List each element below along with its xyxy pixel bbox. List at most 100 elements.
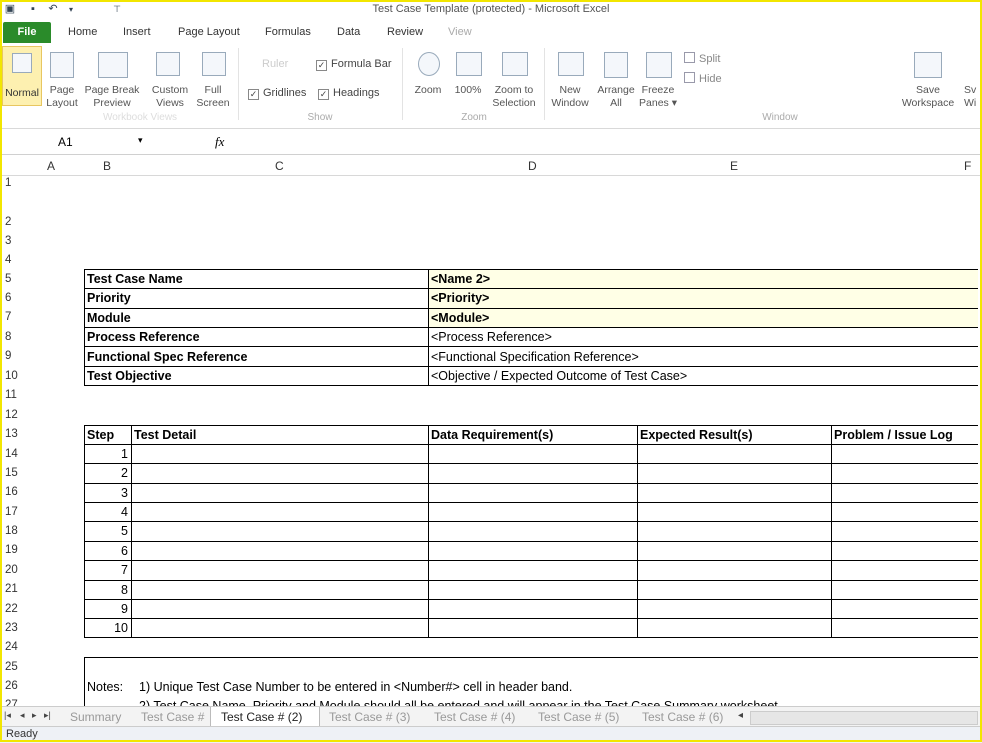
step-number[interactable]: 3 <box>86 486 128 500</box>
tab-data[interactable]: Data <box>337 26 360 38</box>
tab-split-icon[interactable]: ◂ <box>738 710 743 721</box>
functional-spec-label[interactable]: Functional Spec Reference <box>87 350 247 364</box>
ruler-checkbox[interactable]: Ruler <box>262 58 288 70</box>
test-case-name-label[interactable]: Test Case Name <box>87 272 183 286</box>
priority-value[interactable]: <Priority> <box>431 291 489 305</box>
module-label[interactable]: Module <box>87 311 131 325</box>
issue-log-column-header[interactable]: Problem / Issue Log <box>834 428 953 442</box>
row-header[interactable]: 19 <box>0 544 29 556</box>
tab-review[interactable]: Review <box>387 26 423 38</box>
row-header[interactable]: 11 <box>0 389 29 401</box>
row-header[interactable]: 14 <box>0 448 29 460</box>
next-sheet-icon[interactable]: ▸ <box>32 710 37 721</box>
row-header[interactable]: 2 <box>0 216 29 228</box>
column-header-e[interactable]: E <box>730 159 738 173</box>
formula-input[interactable] <box>240 133 976 150</box>
notes-label[interactable]: Notes: <box>87 680 123 694</box>
functional-spec-value[interactable]: <Functional Specification Reference> <box>431 350 639 364</box>
row-header[interactable]: 10 <box>0 370 29 382</box>
sheet-tab-test-case-6[interactable]: Test Case # (6) <box>642 710 728 724</box>
test-case-name-value[interactable]: <Name 2> <box>431 272 490 286</box>
test-detail-column-header[interactable]: Test Detail <box>134 428 196 442</box>
process-reference-label[interactable]: Process Reference <box>87 330 200 344</box>
row-header[interactable]: 7 <box>0 311 29 323</box>
step-number[interactable]: 5 <box>86 524 128 538</box>
module-value[interactable]: <Module> <box>431 311 489 325</box>
prev-sheet-icon[interactable]: ◂ <box>20 710 25 721</box>
row-header[interactable]: 15 <box>0 467 29 479</box>
row-header[interactable]: 8 <box>0 331 29 343</box>
tab-home[interactable]: Home <box>68 26 97 38</box>
formula-bar-checkbox[interactable]: ✓ Formula Bar <box>316 58 392 71</box>
step-number[interactable]: 9 <box>86 602 128 616</box>
step-column-header[interactable]: Step <box>87 428 114 442</box>
row-header[interactable]: 18 <box>0 525 29 537</box>
row-header[interactable]: 25 <box>0 661 29 673</box>
sheet-tab-test-case-4[interactable]: Test Case # (4) <box>434 710 515 724</box>
gridlines-checkbox[interactable]: ✓ Gridlines <box>248 87 306 100</box>
first-sheet-icon[interactable]: |◂ <box>4 710 11 721</box>
priority-label[interactable]: Priority <box>87 291 131 305</box>
column-header-f[interactable]: F <box>964 159 971 173</box>
row-header[interactable]: 3 <box>0 235 29 247</box>
row-header[interactable]: 21 <box>0 583 29 595</box>
row-header[interactable]: 5 <box>0 273 29 285</box>
sheet-tab-test-case-5[interactable]: Test Case # (5) <box>538 710 619 724</box>
row-header[interactable]: 24 <box>0 641 29 653</box>
row-header[interactable]: 17 <box>0 506 29 518</box>
name-box-dropdown-icon[interactable]: ▾ <box>138 135 143 146</box>
headings-checkbox[interactable]: ✓ Headings <box>318 87 379 100</box>
page-layout-label-2: Layout <box>46 97 78 109</box>
step-number[interactable]: 6 <box>86 544 128 558</box>
row-header[interactable]: 1 <box>0 177 29 189</box>
row-header[interactable]: 9 <box>0 350 29 362</box>
step-number[interactable]: 1 <box>86 447 128 461</box>
title-bar: ▣ ▪ ↶ ▾ ⊤ Test Case Template (protected)… <box>0 0 982 21</box>
row-header[interactable]: 16 <box>0 486 29 498</box>
tab-formulas[interactable]: Formulas <box>265 26 311 38</box>
step-number[interactable]: 2 <box>86 466 128 480</box>
save-workspace-icon <box>914 52 942 78</box>
row-header[interactable]: 26 <box>0 680 29 692</box>
row-header[interactable]: 22 <box>0 603 29 615</box>
custom-views-label-2: Views <box>156 97 184 109</box>
function-icon[interactable]: fx <box>215 134 224 150</box>
notes-line-1[interactable]: 1) Unique Test Case Number to be entered… <box>139 680 572 694</box>
tab-file[interactable]: File <box>3 22 51 43</box>
row-header[interactable]: 13 <box>0 428 29 440</box>
expected-results-column-header[interactable]: Expected Result(s) <box>640 428 753 442</box>
window-title: Test Case Template (protected) - Microso… <box>372 3 610 15</box>
horizontal-scrollbar[interactable] <box>750 711 978 725</box>
sheet-tab-test-case-3[interactable]: Test Case # (3) <box>329 710 410 724</box>
freeze-panes-icon <box>646 52 672 78</box>
data-requirements-column-header[interactable]: Data Requirement(s) <box>431 428 553 442</box>
column-header-b[interactable]: B <box>103 159 111 173</box>
step-number[interactable]: 7 <box>86 563 128 577</box>
step-number[interactable]: 4 <box>86 505 128 519</box>
hide-button[interactable]: Hide <box>684 72 722 85</box>
row-header[interactable]: 12 <box>0 409 29 421</box>
tab-insert[interactable]: Insert <box>123 26 151 38</box>
tab-page-layout[interactable]: Page Layout <box>178 26 240 38</box>
name-box[interactable]: A1 ▾ <box>4 133 152 150</box>
step-number[interactable]: 8 <box>86 583 128 597</box>
process-reference-value[interactable]: <Process Reference> <box>431 330 552 344</box>
column-header-c[interactable]: C <box>275 159 284 173</box>
step-number[interactable]: 10 <box>86 621 128 635</box>
row-header[interactable]: 20 <box>0 564 29 576</box>
sheet-tab-summary[interactable]: Summary <box>70 710 121 724</box>
sheet-tab-test-case[interactable]: Test Case # <box>141 710 204 724</box>
show-group-label: Show <box>307 112 333 123</box>
test-objective-label[interactable]: Test Objective <box>87 369 172 383</box>
row-header[interactable]: 23 <box>0 622 29 634</box>
tab-view[interactable]: View <box>448 26 472 38</box>
normal-view-button[interactable]: Normal <box>2 46 42 106</box>
column-header-d[interactable]: D <box>528 159 537 173</box>
split-button[interactable]: Split <box>684 52 720 65</box>
row-header[interactable]: 6 <box>0 292 29 304</box>
test-objective-value[interactable]: <Objective / Expected Outcome of Test Ca… <box>431 369 687 383</box>
row-header[interactable]: 4 <box>0 254 29 266</box>
column-header-a[interactable]: A <box>47 159 55 173</box>
last-sheet-icon[interactable]: ▸| <box>44 710 51 721</box>
sheet-tab-active[interactable]: Test Case # (2) <box>210 707 320 727</box>
